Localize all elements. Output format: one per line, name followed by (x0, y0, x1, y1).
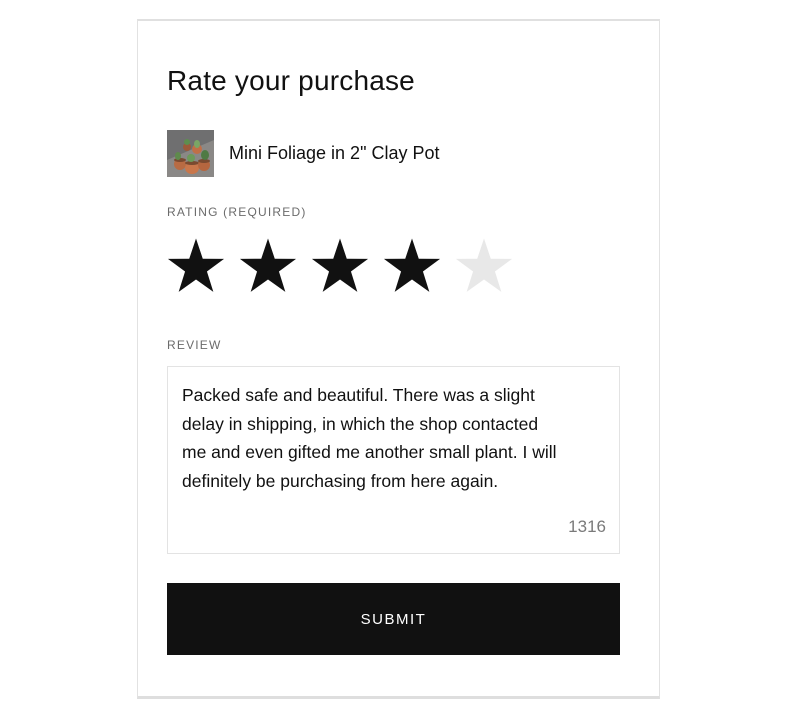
form-title: Rate your purchase (167, 65, 415, 96)
star-filled-icon[interactable] (166, 237, 226, 297)
rating-form-card: Rate your purchase Mini Foliage in 2" Cl… (137, 19, 660, 699)
review-textarea[interactable]: Packed safe and beautiful. There was a s… (167, 366, 620, 554)
review-text: Packed safe and beautiful. There was a s… (182, 385, 557, 491)
submit-button[interactable]: SUBMIT (167, 583, 620, 655)
rating-label: RATING (REQUIRED) (167, 205, 307, 219)
star-filled-icon[interactable] (238, 237, 298, 297)
product-name: Mini Foliage in 2" Clay Pot (229, 142, 440, 163)
character-count: 1316 (568, 517, 606, 536)
star-filled-icon[interactable] (310, 237, 370, 297)
star-rating (166, 237, 526, 297)
review-label: REVIEW (167, 338, 222, 352)
product-summary: Mini Foliage in 2" Clay Pot (167, 129, 439, 177)
product-thumbnail (167, 129, 214, 177)
star-empty-icon[interactable] (454, 237, 514, 297)
star-filled-icon[interactable] (382, 237, 442, 297)
